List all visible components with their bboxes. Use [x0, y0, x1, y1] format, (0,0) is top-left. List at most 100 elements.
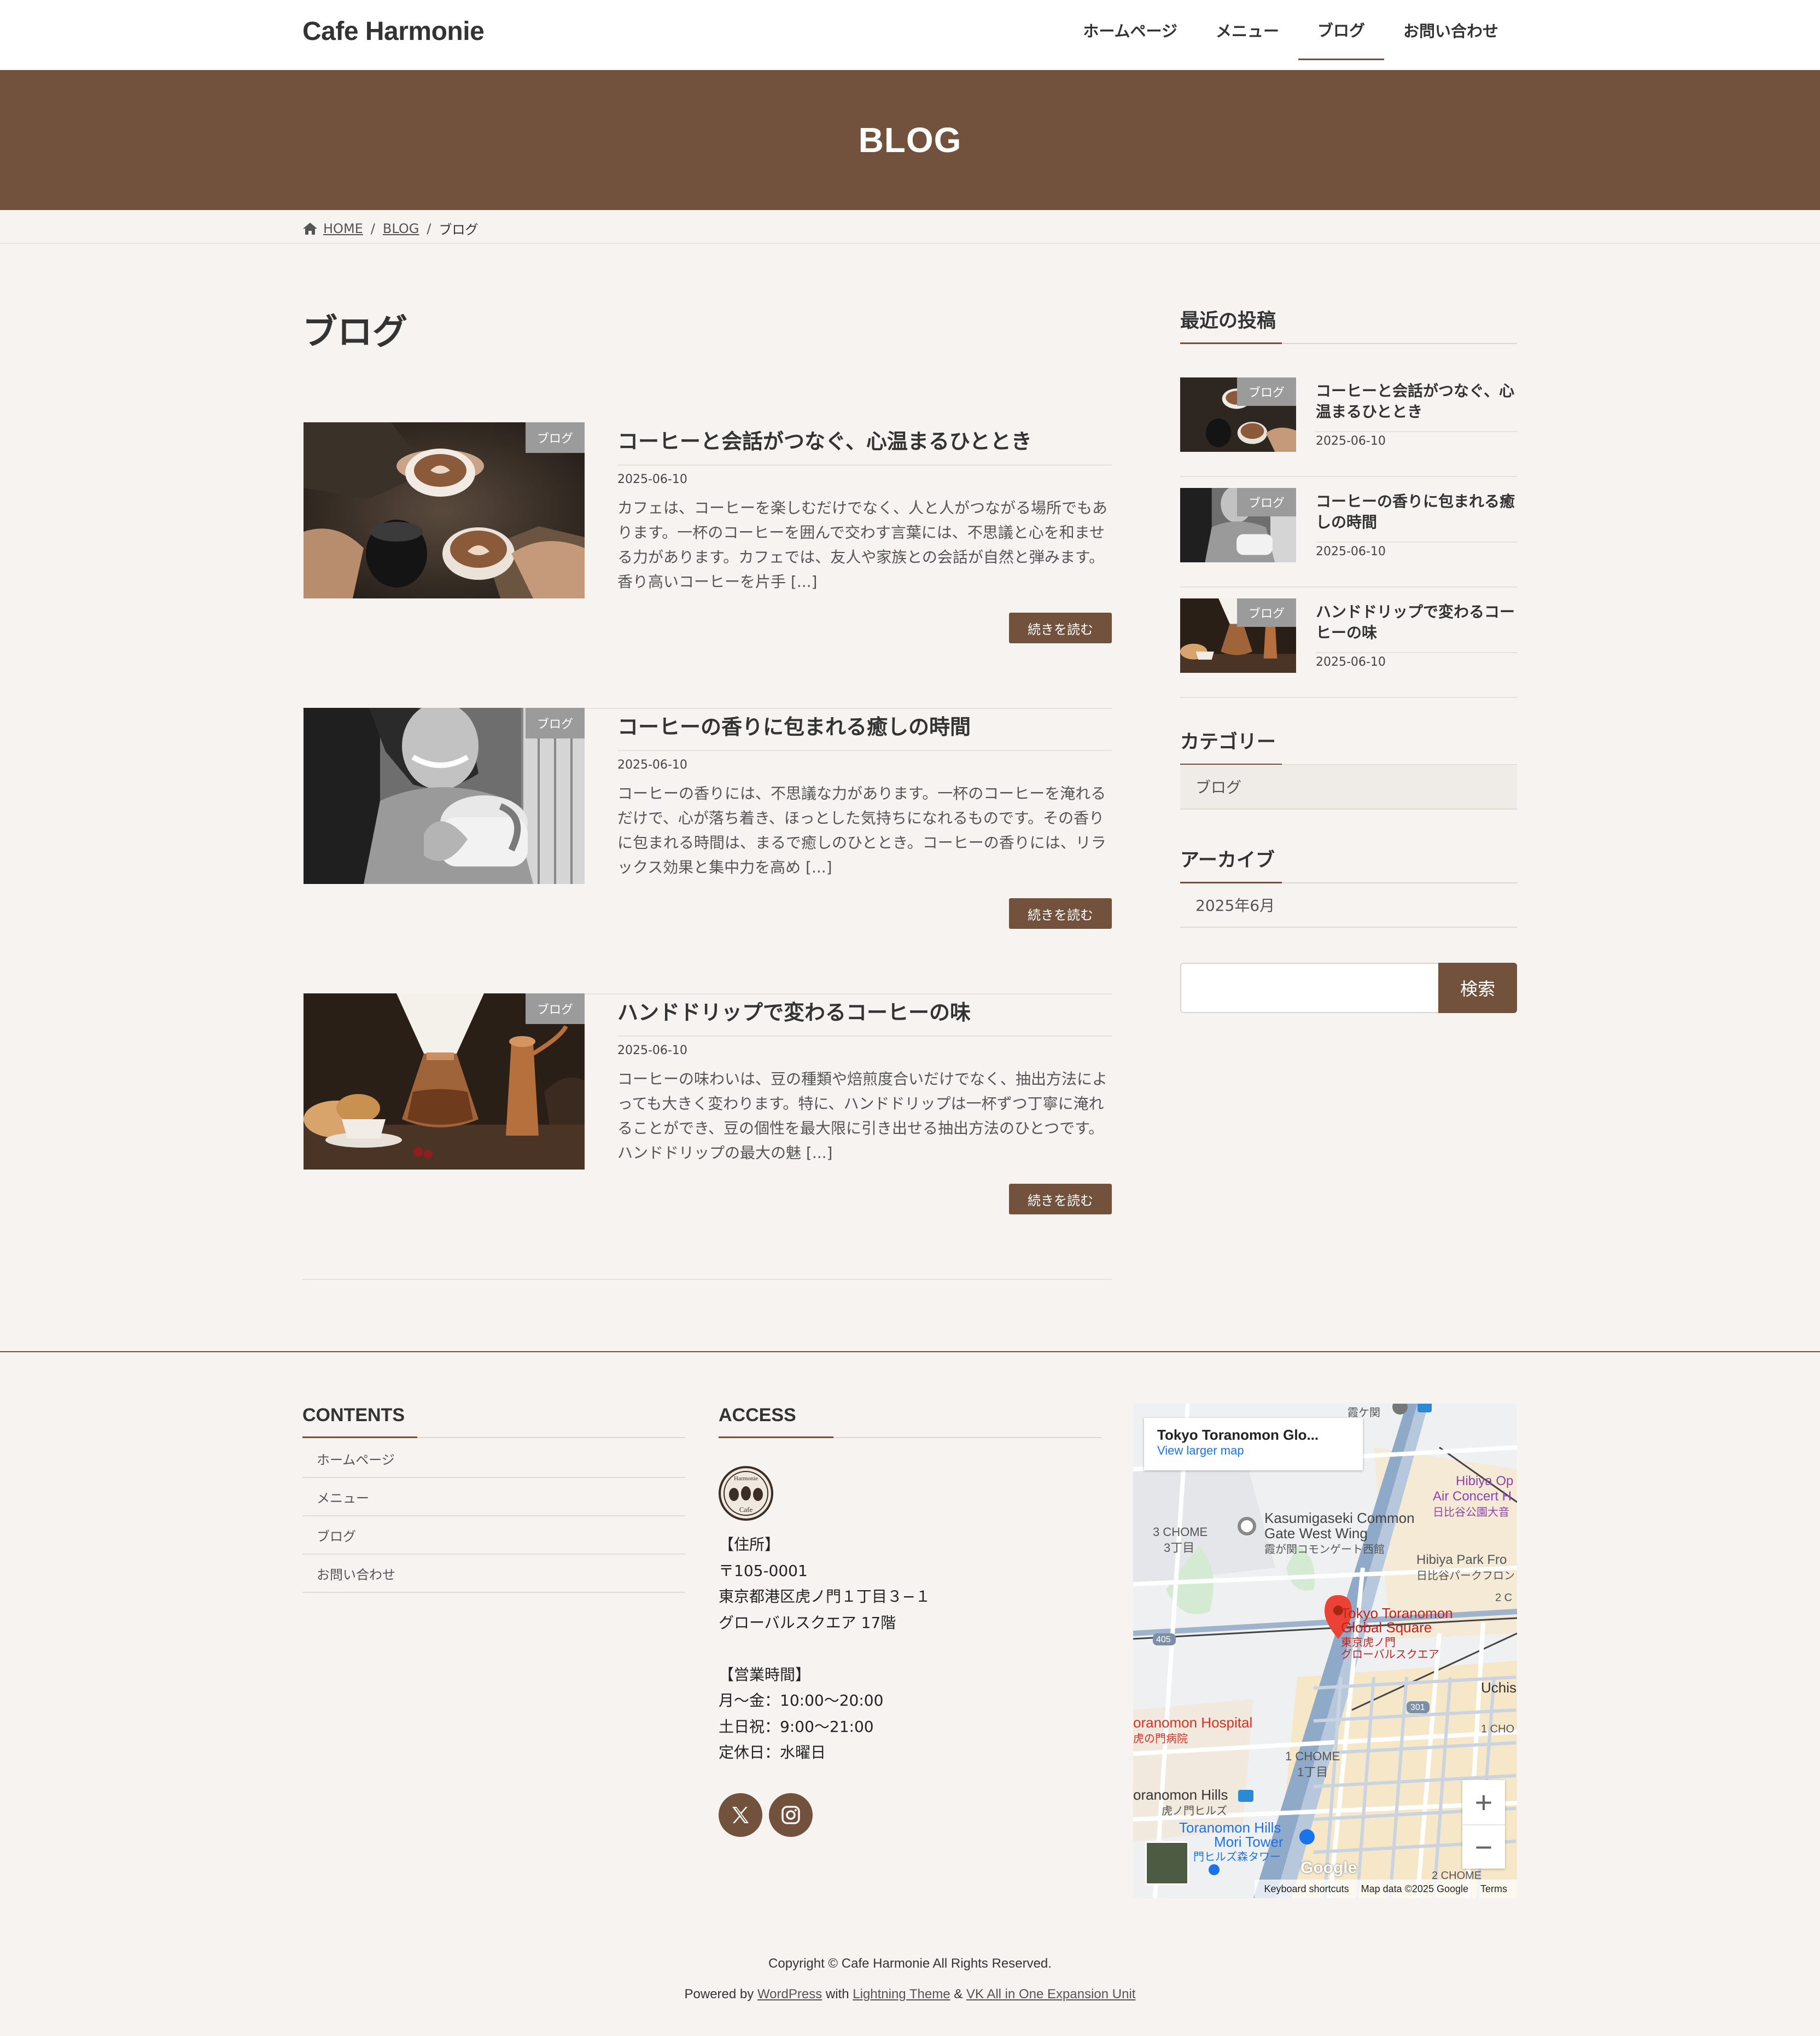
search-button[interactable]: 検索 [1438, 963, 1517, 1013]
powered-text: & [954, 1987, 963, 2002]
map-pin-label: グローバルスクエア [1341, 1649, 1439, 1661]
post-thumbnail[interactable]: ブログ [304, 708, 585, 884]
nav-blog[interactable]: ブログ [1298, 0, 1384, 60]
access-line: 〒105-0001 [719, 1561, 808, 1580]
google-logo: Google [1300, 1859, 1357, 1877]
map-label: Air Concert H [1433, 1489, 1512, 1504]
access-line: 東京都港区虎ノ門１丁目３−１ [719, 1587, 931, 1605]
wordpress-link[interactable]: WordPress [757, 1987, 822, 2002]
recent-post-title[interactable]: コーヒーと会話がつなぐ、心温まるひととき [1316, 381, 1517, 432]
nav-home[interactable]: ホームページ [1064, 0, 1197, 60]
recent-post-item[interactable]: ブログ コーヒーと会話がつなぐ、心温まるひととき 2025-06-10 [1180, 367, 1517, 477]
powered-by: Powered by WordPress with Lightning Them… [0, 1987, 1820, 2002]
read-more-button[interactable]: 続きを読む [1009, 1184, 1112, 1214]
breadcrumb-separator: / [427, 220, 431, 236]
archive-link[interactable]: 2025年6月 [1180, 883, 1517, 928]
breadcrumb-home[interactable]: HOME [323, 221, 363, 236]
post-date: 2025-06-10 [617, 473, 687, 486]
recent-post-badge: ブログ [1237, 598, 1296, 627]
excerpt-line: ることができ、豆の個性を最大限に引き出せる抽出方法のひとつです。 [617, 1119, 1104, 1137]
map-label: 日比谷パークフロン [1416, 1570, 1515, 1582]
post-title[interactable]: ハンドドリップで変わるコーヒーの味 [617, 996, 1112, 1037]
map-label: Hibiya Op [1456, 1474, 1514, 1488]
footer-nav-menu[interactable]: メニュー [302, 1478, 685, 1516]
access-line: 定休日：水曜日 [719, 1743, 826, 1761]
access-line: 土日祝：9:00〜21:00 [719, 1717, 874, 1736]
map-place-card: Tokyo Toranomon Glo... View larger map [1144, 1418, 1363, 1470]
x-link[interactable] [719, 1793, 762, 1837]
read-more-button[interactable]: 続きを読む [1009, 898, 1112, 929]
access-line: グローバルスクエア 17階 [719, 1613, 896, 1632]
main-title: ブログ [302, 312, 407, 353]
categories-title: カテゴリー [1180, 726, 1517, 765]
vk-expansion-link[interactable]: VK All in One Expansion Unit [966, 1987, 1136, 2002]
recent-post-item[interactable]: ブログ ハンドドリップで変わるコーヒーの味 2025-06-10 [1180, 587, 1517, 698]
post-title[interactable]: コーヒーの香りに包まれる癒しの時間 [617, 710, 1112, 751]
recent-post-badge: ブログ [1237, 488, 1296, 516]
lightning-theme-link[interactable]: Lightning Theme [853, 1987, 950, 2002]
nav-contact[interactable]: お問い合わせ [1384, 0, 1518, 60]
zoom-in-button[interactable]: + [1462, 1780, 1505, 1824]
site-logo[interactable]: Cafe Harmonie [302, 16, 485, 46]
recent-post-item[interactable]: ブログ コーヒーの香りに包まれる癒しの時間 2025-06-10 [1180, 477, 1517, 587]
post-category-badge: ブログ [526, 708, 585, 738]
access-line: 【住所】 [719, 1535, 780, 1554]
map-label: 霞ケ関 [1348, 1407, 1380, 1419]
excerpt-line: ります。一杯のコーヒーを囲んで交わす言葉には、不思議と心を和ませ [617, 523, 1105, 542]
breadcrumb-blog[interactable]: BLOG [383, 221, 419, 236]
map-label: 1 CHOME [1285, 1749, 1340, 1763]
map-data-text: Map data ©2025 Google [1361, 1883, 1468, 1894]
footer-contents-title: CONTENTS [302, 1405, 685, 1438]
site-header: Cafe Harmonie ホームページ メニュー ブログ お問い合わせ [0, 0, 1820, 70]
map-attribution: Keyboard shortcuts Map data ©2025 Google… [1254, 1880, 1517, 1898]
map-satellite-toggle[interactable] [1145, 1841, 1189, 1885]
breadcrumb-current: ブログ [439, 222, 479, 237]
footer-nav-contact[interactable]: お問い合わせ [302, 1555, 685, 1593]
nav-menu[interactable]: メニュー [1197, 0, 1298, 60]
recent-post-thumbnail[interactable]: ブログ [1180, 598, 1296, 673]
post-card: ブログ ハンドドリップで変わるコーヒーの味 2025-06-10 コーヒーの味わ… [302, 993, 1112, 1280]
footer-nav-blog[interactable]: ブログ [302, 1516, 685, 1555]
recent-post-title[interactable]: コーヒーの香りに包まれる癒しの時間 [1316, 491, 1517, 543]
map-label: oranomon Hills [1133, 1787, 1228, 1803]
recent-post-thumbnail[interactable]: ブログ [1180, 377, 1296, 452]
google-map[interactable]: Kasumigaseki Common Gate West Wing 霞が関コモ… [1133, 1404, 1517, 1898]
post-excerpt: カフェは、コーヒーを楽しむだけでなく、人と人がつながる場所でもあ ります。一杯の… [617, 496, 1112, 594]
view-larger-map-link[interactable]: View larger map [1157, 1444, 1244, 1457]
zoom-out-button[interactable]: − [1462, 1824, 1505, 1869]
global-nav: ホームページ メニュー ブログ お問い合わせ [1064, 0, 1518, 70]
post-category-badge: ブログ [526, 993, 585, 1024]
search-input[interactable] [1180, 963, 1439, 1013]
excerpt-line: コーヒーの味わいは、豆の種類や焙煎度合いだけでなく、抽出方法によ [617, 1070, 1108, 1088]
x-icon [732, 1807, 749, 1823]
post-title[interactable]: コーヒーと会話がつなぐ、心温まるひととき [617, 424, 1112, 466]
post-thumbnail[interactable]: ブログ [304, 422, 585, 598]
map-label: 門ヒルズ森タワー [1193, 1851, 1281, 1863]
post-category-badge: ブログ [526, 422, 585, 453]
keyboard-shortcuts-link[interactable]: Keyboard shortcuts [1264, 1883, 1349, 1895]
map-label: 霞が関コモンゲート西館 [1264, 1544, 1385, 1556]
excerpt-line: っても大きく変わります。特に、ハンドドリップは一杯ずつ丁寧に淹れ [617, 1095, 1104, 1113]
map-terms-link[interactable]: Terms [1480, 1883, 1507, 1895]
page-header: BLOG [0, 70, 1820, 210]
post-date: 2025-06-10 [617, 758, 687, 772]
map-label: 虎ノ門ヒルズ [1162, 1805, 1227, 1817]
post-date: 2025-06-10 [617, 1044, 687, 1057]
recent-post-date: 2025-06-10 [1316, 655, 1386, 669]
post-thumbnail[interactable]: ブログ [304, 993, 585, 1170]
map-place-name: Tokyo Toranomon Glo... [1157, 1427, 1319, 1443]
read-more-button[interactable]: 続きを読む [1009, 613, 1112, 643]
footer-nav-home[interactable]: ホームページ [302, 1440, 685, 1478]
excerpt-line: カフェは、コーヒーを楽しむだけでなく、人と人がつながる場所でもあ [617, 499, 1108, 517]
home-icon [303, 222, 317, 235]
map-label: 2 C [1495, 1592, 1513, 1604]
recent-post-thumbnail[interactable]: ブログ [1180, 488, 1296, 562]
excerpt-line: る力があります。カフェでは、友人や家族との会話が自然と弾みます。 [617, 548, 1105, 566]
access-line: 【営業時間】 [719, 1665, 811, 1684]
excerpt-line: 香り高いコーヒーを片手 [...] [617, 573, 818, 591]
instagram-link[interactable] [769, 1793, 813, 1837]
map-road-label: 301 [1410, 1703, 1425, 1712]
recent-post-title[interactable]: ハンドドリップで変わるコーヒーの味 [1316, 602, 1517, 653]
powered-text: Powered by [684, 1987, 754, 2002]
category-link[interactable]: ブログ [1180, 765, 1517, 810]
